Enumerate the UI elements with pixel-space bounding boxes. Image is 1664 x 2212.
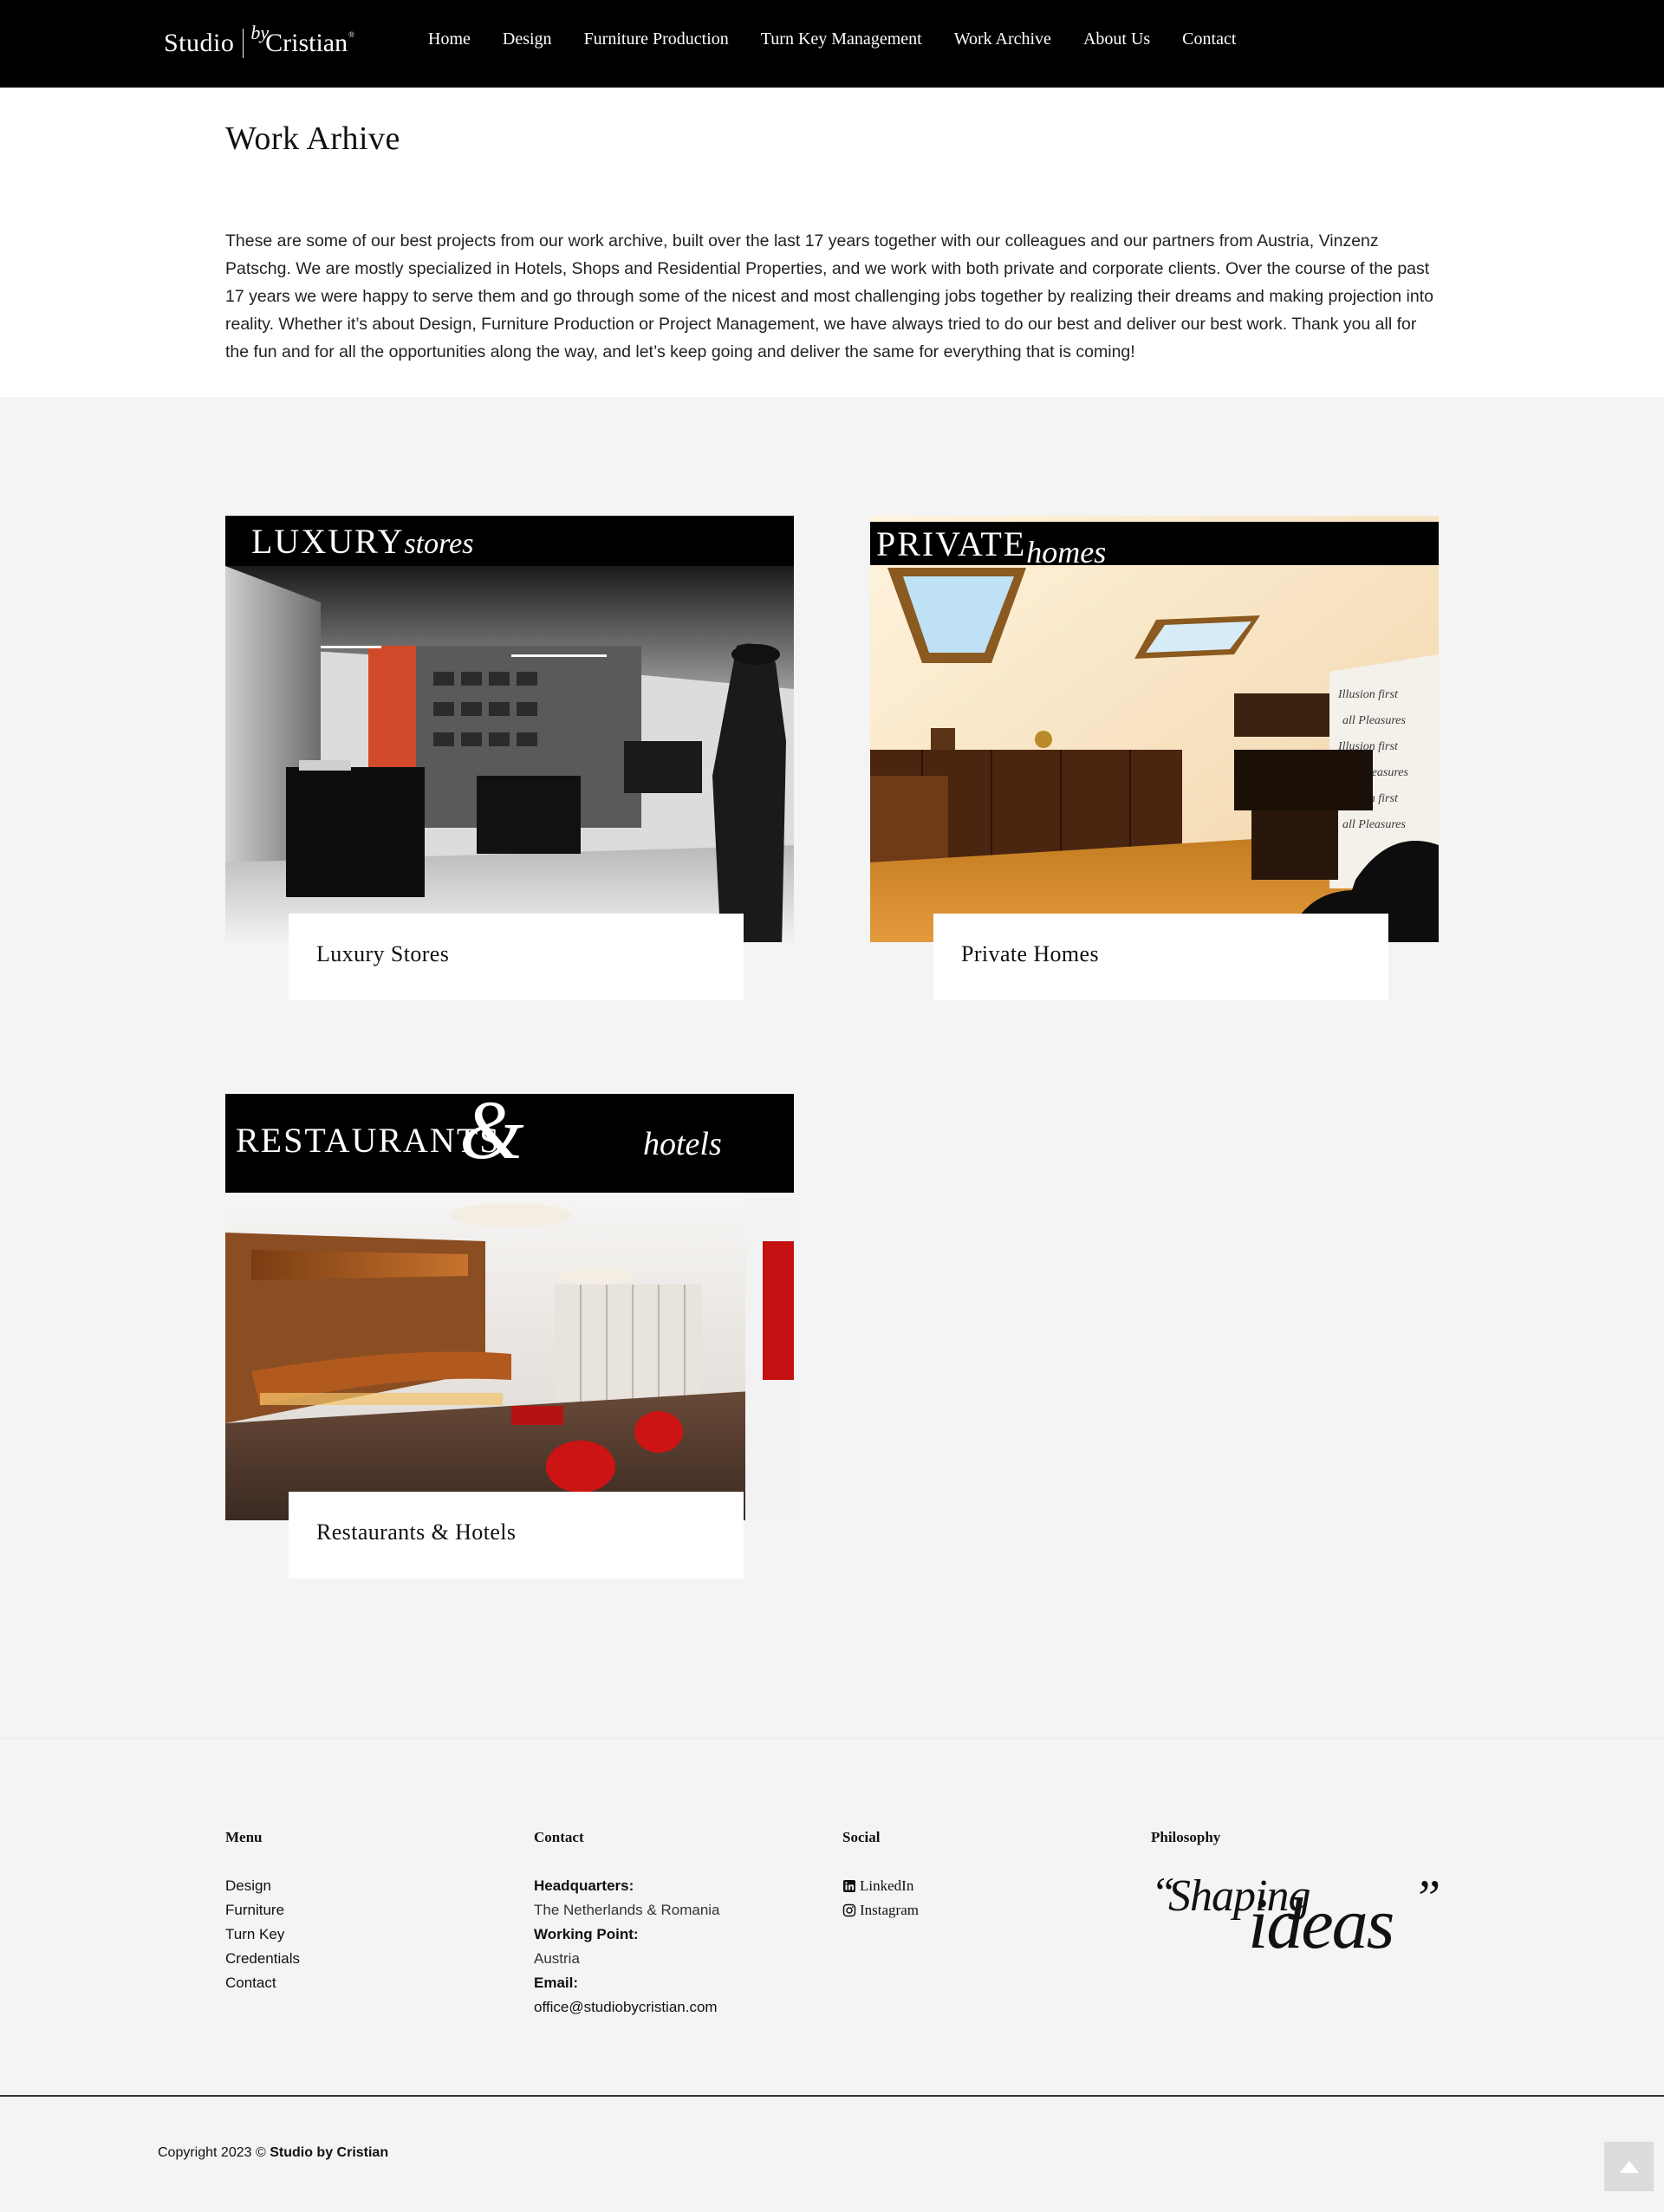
footer-philosophy: Philosophy “ Shaping ideas ” [1151,1829,1446,1969]
logo-studio: Studio [164,29,235,57]
banner-restaurants-script: hotels [643,1126,722,1162]
nav-home[interactable]: Home [428,29,471,49]
private-homes-photo: Illusion firstall PleasuresIllusion firs… [870,516,1439,942]
luxury-stores-photo [225,516,794,942]
logo-name: Cristian [265,29,348,57]
private-homes-caption[interactable]: Private Homes [933,914,1388,1000]
page-title: Work Arhive [225,120,400,157]
private-homes-title: Private Homes [961,941,1100,966]
restaurants-hotels-caption[interactable]: Restaurants & Hotels [289,1492,744,1578]
footer-link-design[interactable]: Design [225,1874,300,1898]
footer-contact-title: Contact [534,1829,584,1845]
nav-work-archive[interactable]: Work Archive [954,29,1051,49]
email-link[interactable]: office@studiobycristian.com [534,1995,720,2020]
headquarters-label: Headquarters: [534,1877,634,1894]
linkedin-link[interactable]: LinkedIn [842,1874,919,1898]
restaurants-hotels-title: Restaurants & Hotels [316,1519,517,1545]
nav-furniture-production[interactable]: Furniture Production [584,29,729,49]
instagram-link[interactable]: Instagram [842,1898,919,1922]
working-point-value: Austria [534,1950,580,1967]
site-footer: Menu Design Furniture Turn Key Credentia… [0,1738,1664,2095]
nav-turn-key-management[interactable]: Turn Key Management [761,29,922,49]
site-logo[interactable]: Studio by Cristian ® [164,17,354,69]
footer-contact: Contact Headquarters: The Netherlands & … [534,1829,720,2020]
svg-text:Illusion first: Illusion first [1337,688,1399,701]
private-homes-image[interactable]: Illusion first all Pleasures Illusion firs… [870,516,1439,942]
banner-restaurants-amp: & [459,1094,524,1176]
footer-link-credentials[interactable]: Credentials [225,1947,300,1971]
footer-link-contact[interactable]: Contact [225,1971,300,1995]
luxury-stores-image[interactable]: LUXURYstores [225,516,794,942]
footer-philosophy-title: Philosophy [1151,1829,1221,1845]
banner-private-script: homes [1026,535,1107,569]
intro-text: These are some of our best projects from… [225,231,1433,361]
banner-private-main: PRIVATE [876,524,1027,563]
luxury-stores-caption[interactable]: Luxury Stores [289,914,744,1000]
nav-design[interactable]: Design [503,29,552,49]
instagram-label: Instagram [860,1902,919,1918]
logo-by: by [250,22,270,43]
copyright-prefix: Copyright 2023 © [158,2145,266,2160]
copyright-name: Studio by Cristian [270,2145,389,2160]
linkedin-label: LinkedIn [860,1877,914,1894]
back-to-top-button[interactable] [1604,2142,1654,2191]
footer-menu-title: Menu [225,1829,263,1845]
private-homes-banner: PRIVATEhomes [870,522,1439,569]
email-label: Email: [534,1975,579,1991]
footer-social-title: Social [842,1829,881,1845]
instagram-icon [842,1903,856,1917]
footer-menu: Menu Design Furniture Turn Key Credentia… [225,1829,300,1995]
banner-luxury-main: LUXURY [251,522,405,561]
footer-social: Social LinkedIn Instagram [842,1829,919,1922]
philosophy-quote: “ Shaping ideas ” [1151,1868,1446,1969]
chevron-up-icon [1619,2160,1639,2173]
luxury-stores-title: Luxury Stores [316,941,450,966]
footer-link-furniture[interactable]: Furniture [225,1898,300,1922]
nav-contact[interactable]: Contact [1182,29,1236,49]
quote-close: ” [1413,1870,1441,1926]
card-private-homes[interactable]: Illusion first all Pleasures Illusion firs… [870,516,1439,1000]
banner-luxury-script: stores [404,528,474,560]
gallery-section: LUXURYstores Luxury Stores Illusion firs… [0,397,1664,1738]
working-point-label: Working Point: [534,1926,639,1942]
card-restaurants-hotels[interactable]: RESTAURANTS & hotels Restaurants & Hotels [225,1094,794,1578]
main-nav: Home Design Furniture Production Turn Ke… [428,0,1268,79]
quote-word-ideas: ideas [1248,1883,1394,1964]
logo-registered: ® [348,30,354,39]
card-luxury-stores[interactable]: LUXURYstores Luxury Stores [225,516,794,1000]
headquarters-value: The Netherlands & Romania [534,1902,720,1918]
copyright: Copyright 2023 © Studio by Cristian [158,2145,388,2161]
svg-text:all Pleasures: all Pleasures [1342,714,1407,727]
nav-about-us[interactable]: About Us [1083,29,1150,49]
luxury-stores-banner: LUXURYstores [225,516,794,566]
linkedin-icon [843,1880,855,1892]
logo-separator [243,29,244,58]
svg-text:all Pleasures: all Pleasures [1342,818,1407,831]
restaurants-hotels-banner: RESTAURANTS & hotels [225,1094,794,1193]
restaurants-hotels-image[interactable]: RESTAURANTS & hotels [225,1094,794,1520]
site-header: Studio by Cristian ® Home Design Furnitu… [0,0,1664,88]
footer-link-turn-key[interactable]: Turn Key [225,1922,300,1947]
